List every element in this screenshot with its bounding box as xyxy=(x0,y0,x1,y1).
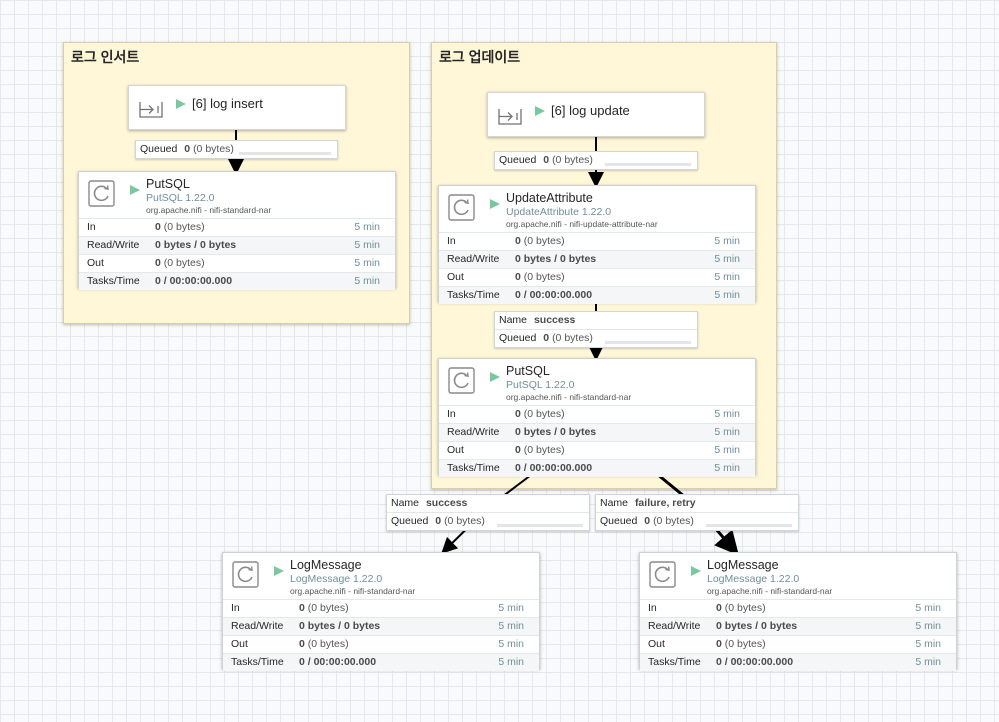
stats-row-out: Out 0 (0 bytes) 5 min xyxy=(439,268,755,286)
queue-progress-bar xyxy=(497,524,583,527)
processor-name: UpdateAttribute xyxy=(506,191,593,205)
stats-row-tasks: Tasks/Time 0 / 00:00:00.000 5 min xyxy=(223,653,539,671)
input-port-icon xyxy=(498,109,522,125)
queue-progress-bar xyxy=(239,152,331,155)
stats-row-tasks: Tasks/Time 0 / 00:00:00.000 5 min xyxy=(439,459,755,477)
queued-row: Queued 0 (0 bytes) xyxy=(495,329,697,347)
play-icon xyxy=(691,566,701,576)
play-icon xyxy=(274,566,284,576)
processor-icon xyxy=(649,561,676,588)
processor-icon xyxy=(448,194,475,221)
processor-header: LogMessage LogMessage 1.22.0 org.apache.… xyxy=(223,553,539,599)
stats-row-read-write: Read/Write 0 bytes / 0 bytes 5 min xyxy=(79,236,395,254)
processor-name: LogMessage xyxy=(707,558,779,572)
connection-queue-label[interactable]: Name failure, retry Queued 0 (0 bytes) xyxy=(595,494,799,531)
name-row: Name failure, retry xyxy=(600,497,696,509)
connection-queue-label[interactable]: Name success Queued 0 (0 bytes) xyxy=(494,311,698,348)
processor-bundle: org.apache.nifi - nifi-standard-nar xyxy=(707,586,833,596)
connection-queue-label[interactable]: Queued 0 (0 bytes) xyxy=(135,140,338,159)
processor-header: PutSQL PutSQL 1.22.0 org.apache.nifi - n… xyxy=(79,172,395,218)
stats-row-out: Out 0 (0 bytes) 5 min xyxy=(640,635,956,653)
processor-updateattribute[interactable]: UpdateAttribute UpdateAttribute 1.22.0 o… xyxy=(438,185,756,304)
connection-queue-label[interactable]: Name success Queued 0 (0 bytes) xyxy=(386,494,590,531)
port-name: [6] log update xyxy=(551,103,630,118)
queue-progress-bar xyxy=(605,163,691,166)
input-port-log-insert[interactable]: [6] log insert xyxy=(128,85,346,130)
processor-icon xyxy=(448,367,475,394)
name-row: Name success xyxy=(499,314,576,326)
processor-type: UpdateAttribute 1.22.0 xyxy=(506,206,612,218)
processor-name: PutSQL xyxy=(146,177,190,191)
queued-row: Queued 0 (0 bytes) xyxy=(387,512,589,530)
processor-icon xyxy=(232,561,259,588)
processor-name: LogMessage xyxy=(290,558,362,572)
processor-bundle: org.apache.nifi - nifi-standard-nar xyxy=(146,205,272,215)
play-icon xyxy=(490,372,500,382)
connection-queue-label[interactable]: Queued 0 (0 bytes) xyxy=(494,151,698,170)
processor-putsql-insert[interactable]: PutSQL PutSQL 1.22.0 org.apache.nifi - n… xyxy=(78,171,396,290)
processor-logmessage-failure[interactable]: LogMessage LogMessage 1.22.0 org.apache.… xyxy=(639,552,957,671)
play-icon xyxy=(535,106,545,116)
processor-bundle: org.apache.nifi - nifi-standard-nar xyxy=(290,586,416,596)
stats-row-out: Out 0 (0 bytes) 5 min xyxy=(223,635,539,653)
queue-progress-bar xyxy=(605,341,691,344)
processor-type: PutSQL 1.22.0 xyxy=(146,192,215,204)
play-icon xyxy=(490,199,500,209)
processor-type: LogMessage 1.22.0 xyxy=(290,573,383,585)
stats-row-tasks: Tasks/Time 0 / 00:00:00.000 5 min xyxy=(79,272,395,290)
stats-row-read-write: Read/Write 0 bytes / 0 bytes 5 min xyxy=(439,250,755,268)
processor-header: LogMessage LogMessage 1.22.0 org.apache.… xyxy=(640,553,956,599)
stats-row-in: In 0 (0 bytes) 5 min xyxy=(439,232,755,250)
queued-row: Queued 0 (0 bytes) xyxy=(596,512,798,530)
queued-row: Queued 0 (0 bytes) xyxy=(136,141,337,158)
stats-row-in: In 0 (0 bytes) 5 min xyxy=(439,405,755,423)
queue-progress-bar xyxy=(706,524,792,527)
queued-row: Queued 0 (0 bytes) xyxy=(495,152,697,169)
processor-icon xyxy=(88,180,115,207)
processor-putsql-update[interactable]: PutSQL PutSQL 1.22.0 org.apache.nifi - n… xyxy=(438,358,756,477)
stats-row-tasks: Tasks/Time 0 / 00:00:00.000 5 min xyxy=(640,653,956,671)
processor-header: PutSQL PutSQL 1.22.0 org.apache.nifi - n… xyxy=(439,359,755,405)
processor-type: LogMessage 1.22.0 xyxy=(707,573,800,585)
processor-bundle: org.apache.nifi - nifi-update-attribute-… xyxy=(506,219,658,229)
stats-row-tasks: Tasks/Time 0 / 00:00:00.000 5 min xyxy=(439,286,755,304)
stats-row-in: In 0 (0 bytes) 5 min xyxy=(640,599,956,617)
processor-type: PutSQL 1.22.0 xyxy=(506,379,575,391)
input-port-log-update[interactable]: [6] log update xyxy=(487,92,705,137)
stats-row-read-write: Read/Write 0 bytes / 0 bytes 5 min xyxy=(223,617,539,635)
port-name: [6] log insert xyxy=(192,96,263,111)
stats-row-read-write: Read/Write 0 bytes / 0 bytes 5 min xyxy=(640,617,956,635)
processor-header: UpdateAttribute UpdateAttribute 1.22.0 o… xyxy=(439,186,755,232)
stats-row-out: Out 0 (0 bytes) 5 min xyxy=(439,441,755,459)
input-port-icon xyxy=(139,102,163,118)
play-icon xyxy=(130,185,140,195)
play-icon xyxy=(176,99,186,109)
stats-row-out: Out 0 (0 bytes) 5 min xyxy=(79,254,395,272)
stats-row-in: In 0 (0 bytes) 5 min xyxy=(79,218,395,236)
processor-name: PutSQL xyxy=(506,364,550,378)
processor-logmessage-success[interactable]: LogMessage LogMessage 1.22.0 org.apache.… xyxy=(222,552,540,671)
processor-bundle: org.apache.nifi - nifi-standard-nar xyxy=(506,392,632,402)
stats-row-read-write: Read/Write 0 bytes / 0 bytes 5 min xyxy=(439,423,755,441)
name-row: Name success xyxy=(391,497,468,509)
stats-row-in: In 0 (0 bytes) 5 min xyxy=(223,599,539,617)
